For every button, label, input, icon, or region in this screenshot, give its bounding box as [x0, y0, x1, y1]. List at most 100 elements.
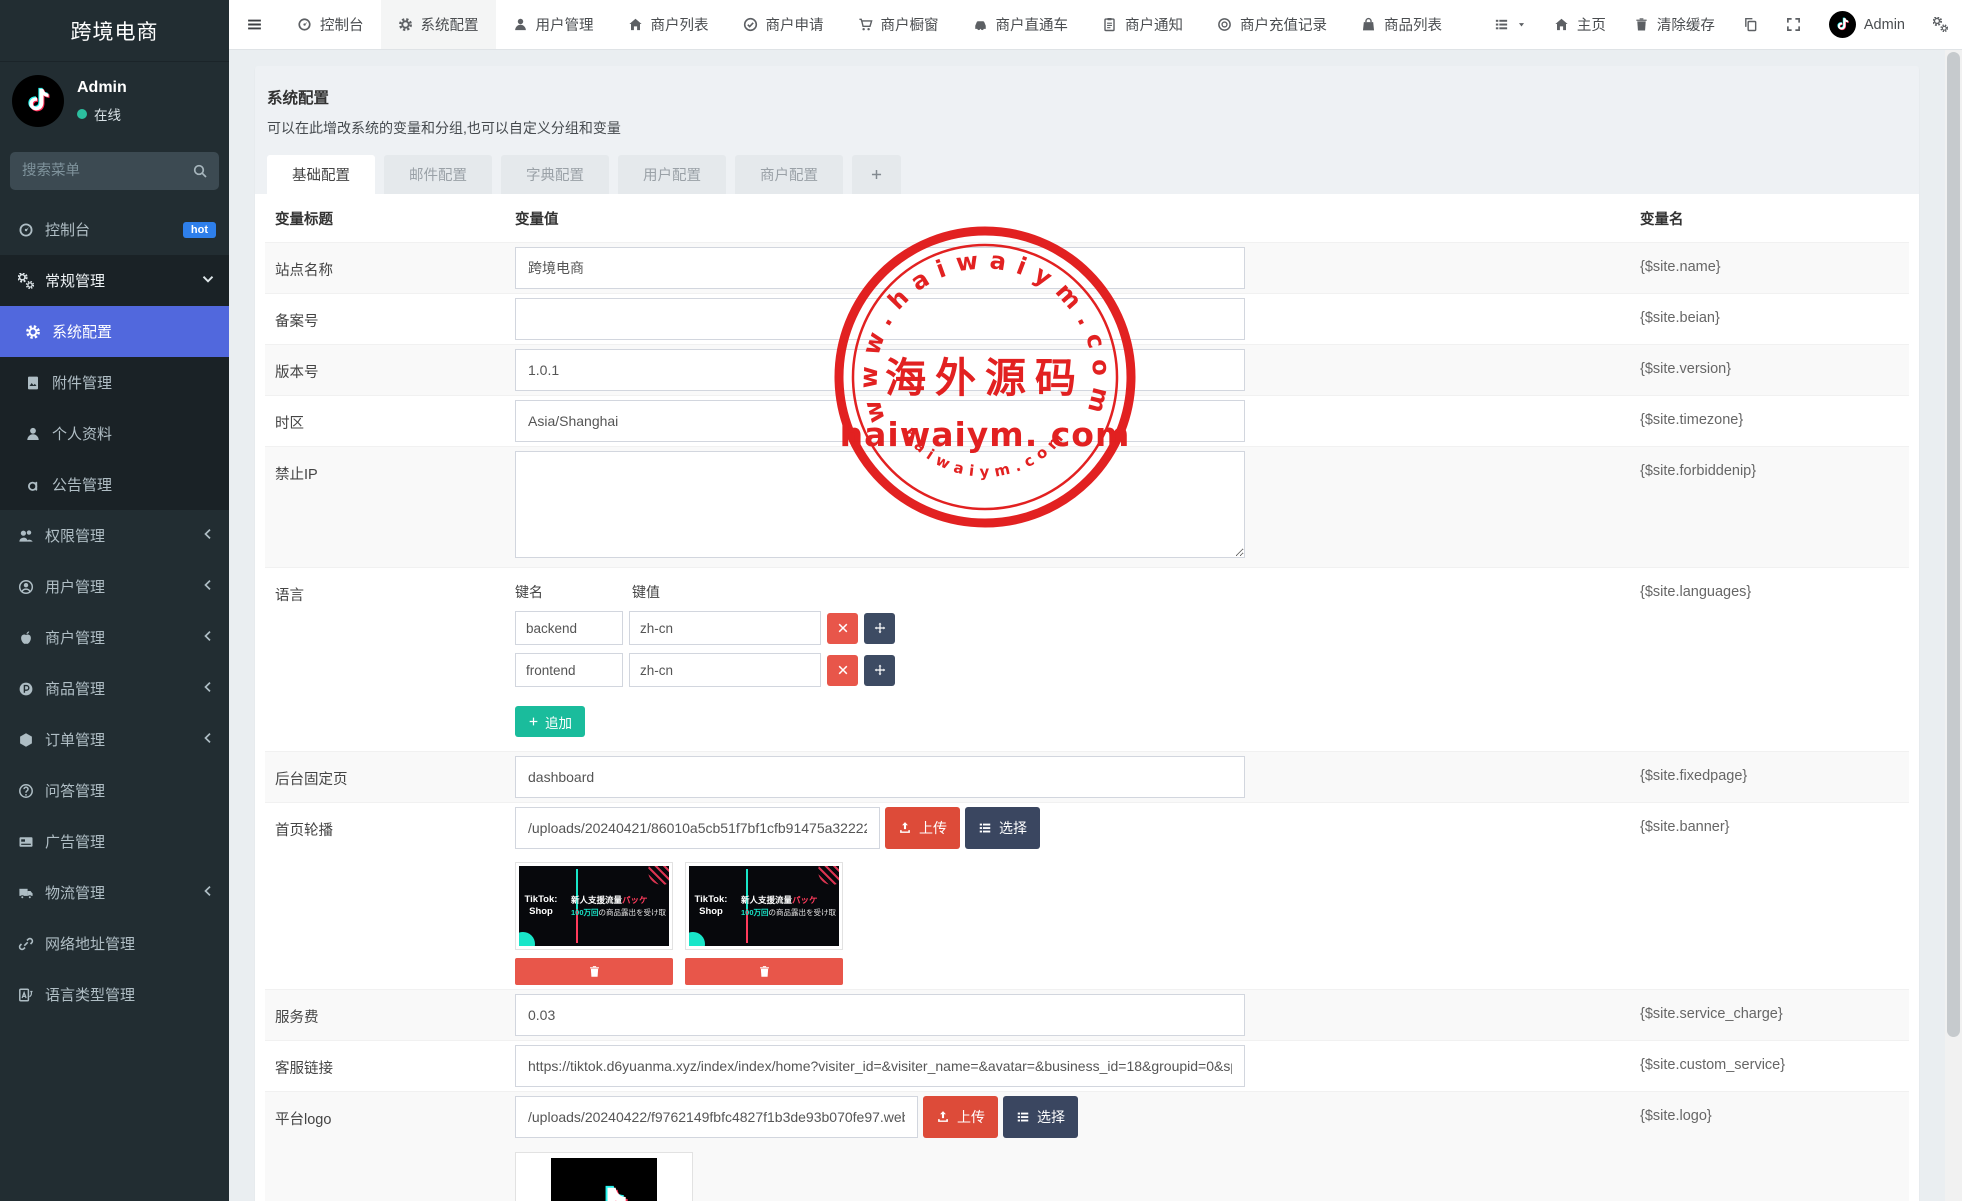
sidebar-item-profile[interactable]: 个人资料	[0, 408, 229, 459]
remove-pair-button-1[interactable]	[827, 654, 858, 686]
language-key-input-0[interactable]	[515, 611, 623, 645]
sidebar-item-product-mgmt[interactable]: 商品管理	[0, 663, 229, 714]
search-input[interactable]	[10, 152, 219, 190]
tab-2[interactable]: 字典配置	[501, 155, 609, 194]
site-beian-input[interactable]	[515, 298, 1245, 340]
sidebar-item-user-mgmt[interactable]: 用户管理	[0, 561, 229, 612]
site-fixedpage-input[interactable]	[515, 756, 1245, 798]
sidebar-item-qa-mgmt[interactable]: 问答管理	[0, 765, 229, 816]
tab-1[interactable]: 邮件配置	[384, 155, 492, 194]
ucircle-icon	[18, 579, 34, 595]
search-icon[interactable]	[192, 163, 208, 179]
tasks-menu-button[interactable]	[1480, 0, 1540, 49]
row-variable-name: {$site.service_charge}	[1640, 1006, 1783, 1022]
car-icon	[973, 17, 988, 32]
lang-icon	[18, 987, 34, 1003]
nav-item-console[interactable]: 控制台	[280, 0, 381, 49]
sidebar-item-logistics-mgmt[interactable]: 物流管理	[0, 867, 229, 918]
tab-0[interactable]: 基础配置	[267, 155, 375, 194]
list-icon	[978, 821, 992, 835]
col-header-title: 变量标题	[275, 212, 333, 228]
tab-4[interactable]: 商户配置	[735, 155, 843, 194]
settings-button[interactable]	[1919, 0, 1962, 49]
config-tabs: 基础配置 邮件配置 字典配置 用户配置 商户配置	[267, 155, 1899, 194]
site-version-input[interactable]	[515, 349, 1245, 391]
site-service_charge-input[interactable]	[515, 994, 1245, 1036]
avatar[interactable]	[12, 75, 64, 127]
tab-3[interactable]: 用户配置	[618, 155, 726, 194]
sidebar-item-order-mgmt[interactable]: 订单管理	[0, 714, 229, 765]
add-tab-button[interactable]	[852, 155, 901, 194]
append-pair-button[interactable]: 追加	[515, 706, 585, 737]
fullscreen-button[interactable]	[1772, 0, 1815, 49]
nav-item-merchant-notice[interactable]: 商户通知	[1085, 0, 1200, 49]
language-key-input-1[interactable]	[515, 653, 623, 687]
main-content: 系统配置 可以在此增改系统的变量和分组,也可以自定义分组和变量 基础配置 邮件配置…	[229, 50, 1945, 1201]
site-timezone-input[interactable]	[515, 400, 1245, 442]
config-row-site-banner: 首页轮播 上传 选择 TikTok:Shop 新人支援流量パッケ100万回の商品…	[265, 802, 1909, 989]
site-custom_service-input[interactable]	[515, 1045, 1245, 1087]
site-banner-upload-button[interactable]: 上传	[885, 807, 960, 849]
bag-icon	[1361, 17, 1376, 32]
upload-icon	[898, 821, 912, 835]
row-variable-name: {$site.custom_service}	[1640, 1057, 1786, 1073]
sidebar-item-merchant-mgmt[interactable]: 商户管理	[0, 612, 229, 663]
gear-icon	[398, 17, 413, 32]
site-forbiddenip-textarea[interactable]	[515, 451, 1245, 558]
site-logo-choose-button[interactable]: 选择	[1003, 1096, 1078, 1138]
quest-icon	[18, 783, 34, 799]
banner-teal-circle	[519, 932, 535, 946]
sidebar-item-permission-mgmt[interactable]: 权限管理	[0, 510, 229, 561]
remove-pair-button-0[interactable]	[827, 612, 858, 644]
row-label: 首页轮播	[275, 823, 333, 839]
sidebar-item-general-mgmt[interactable]: 常规管理	[0, 255, 229, 306]
site-logo-upload-button[interactable]: 上传	[923, 1096, 998, 1138]
nav-item-merchant-window[interactable]: 商户橱窗	[841, 0, 956, 49]
sidebar: 跨境电商 Admin 在线 控制台hot常规管理系统配置附件管理个人资料公告管理…	[0, 0, 229, 1201]
language-value-input-0[interactable]	[629, 611, 821, 645]
sidebar-item-dashboard[interactable]: 控制台 hot	[0, 204, 229, 255]
language-value-input-1[interactable]	[629, 653, 821, 687]
chevron-left-icon	[200, 577, 216, 597]
row-label: 禁止IP	[275, 467, 318, 483]
expand-icon	[1786, 17, 1801, 32]
user-menu[interactable]: Admin	[1815, 0, 1919, 49]
ann-icon	[25, 477, 41, 493]
scrollbar-track[interactable]	[1945, 50, 1962, 1201]
nav-item-product-list[interactable]: 商品列表	[1344, 0, 1459, 49]
delete-banner-button-0[interactable]	[515, 958, 673, 985]
row-label: 备案号	[275, 314, 319, 330]
site-banner-choose-button[interactable]: 选择	[965, 807, 1040, 849]
nav-item-merchant-apply[interactable]: 商户申请	[726, 0, 841, 49]
config-card: 系统配置 可以在此增改系统的变量和分组,也可以自定义分组和变量 基础配置 邮件配置…	[255, 66, 1919, 1201]
gears-icon	[1933, 17, 1948, 32]
bars-icon	[246, 16, 263, 33]
nav-item-system-config[interactable]: 系统配置	[380, 0, 496, 49]
sidebar-item-system-config[interactable]: 系统配置	[0, 306, 229, 357]
banner-pink-stripes	[818, 866, 839, 885]
sidebar-item-language-type[interactable]: 语言类型管理	[0, 969, 229, 1020]
config-row-site-fixedpage: 后台固定页 {$site.fixedpage}	[265, 751, 1909, 802]
site-name-input[interactable]	[515, 247, 1245, 289]
nav-item-merchant-list[interactable]: 商户列表	[611, 0, 726, 49]
sidebar-item-attachment-mgmt[interactable]: 附件管理	[0, 357, 229, 408]
scrollbar-thumb[interactable]	[1947, 52, 1960, 1037]
nav-item-user-mgmt[interactable]: 用户管理	[496, 0, 611, 49]
site-banner-input[interactable]	[515, 807, 880, 849]
delete-banner-button-1[interactable]	[685, 958, 843, 985]
home-button[interactable]: 主页	[1540, 0, 1620, 49]
move-pair-button-0[interactable]	[864, 612, 895, 644]
nav-item-merchant-express[interactable]: 商户直通车	[956, 0, 1086, 49]
sidebar-item-announcement[interactable]: 公告管理	[0, 459, 229, 510]
move-pair-button-1[interactable]	[864, 654, 895, 686]
site-logo-input[interactable]	[515, 1096, 918, 1138]
trash-icon	[1634, 17, 1649, 32]
clear-cache-button[interactable]: 清除缓存	[1620, 0, 1729, 49]
table-header-row: 变量标题 变量值 变量名	[265, 194, 1909, 242]
sidebar-item-network-address[interactable]: 网络地址管理	[0, 918, 229, 969]
nav-item-merchant-recharge[interactable]: 商户充值记录	[1200, 0, 1344, 49]
sidebar-toggle-button[interactable]	[229, 0, 280, 49]
gauge-icon	[297, 17, 312, 32]
sidebar-item-ad-mgmt[interactable]: 广告管理	[0, 816, 229, 867]
translate-button[interactable]	[1729, 0, 1772, 49]
